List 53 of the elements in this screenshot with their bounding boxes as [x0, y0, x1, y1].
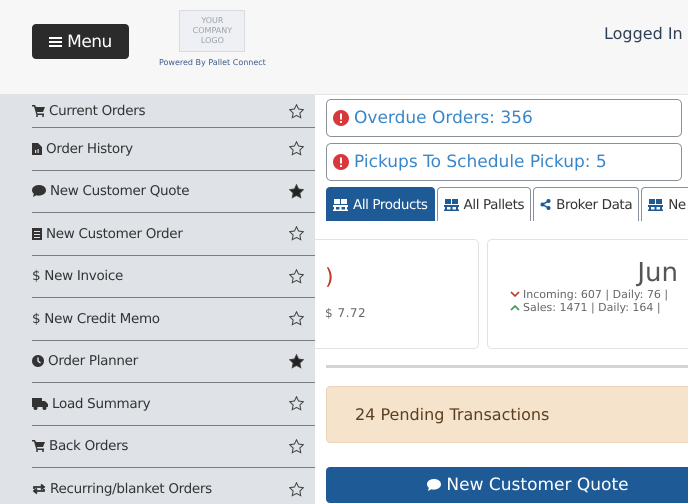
down-chevron-icon: [510, 291, 520, 298]
speech-bubble-icon: [32, 185, 46, 198]
card-text: $ 7.72: [325, 306, 368, 320]
tab[interactable]: Ne: [641, 187, 688, 221]
star-icon[interactable]: [289, 226, 304, 242]
speech-bubble-icon: [427, 479, 442, 491]
sidebar-item[interactable]: Load Summary: [32, 383, 315, 426]
company-logo: YOUR COMPANY LOGO: [179, 10, 246, 52]
document-icon: [32, 228, 42, 240]
repeat-icon: [32, 483, 46, 496]
star-icon[interactable]: [289, 141, 304, 156]
sidebar-item[interactable]: Recurring/blanket Orders: [32, 468, 315, 504]
sidebar-item[interactable]: Order Planner: [32, 340, 315, 383]
star-icon[interactable]: [289, 482, 304, 497]
star-icon[interactable]: [289, 396, 304, 412]
month-label: Jun: [635, 258, 679, 288]
tab[interactable]: All Products: [326, 187, 435, 221]
cart-icon: [32, 440, 45, 452]
alert-link[interactable]: Pickups To Schedule Pickup: 5: [326, 143, 682, 181]
alert-icon: [333, 110, 349, 126]
star-icon[interactable]: [289, 104, 304, 118]
pallet-icon: [444, 198, 459, 210]
star-icon[interactable]: [289, 311, 304, 326]
card-text: ): [325, 266, 335, 290]
sidebar-item[interactable]: Current Orders: [32, 95, 315, 128]
new-customer-quote-button[interactable]: New Customer Quote: [326, 467, 688, 503]
star-icon[interactable]: [289, 438, 304, 454]
pallet-icon: [648, 198, 664, 210]
share-icon: [540, 199, 552, 210]
filled-star-icon[interactable]: [289, 184, 304, 199]
truck-icon: [32, 398, 48, 410]
tab[interactable]: All Pallets: [436, 187, 532, 221]
clock-icon: [32, 355, 44, 368]
logged-in-text: Logged In: [604, 24, 684, 43]
sidebar-item[interactable]: New Customer Quote: [32, 170, 315, 213]
up-chevron-icon: [510, 304, 520, 311]
file-icon: [32, 142, 42, 155]
menu-icon: [49, 36, 62, 48]
sidebar-item[interactable]: New Customer Order: [32, 213, 315, 256]
cart-icon: [32, 105, 45, 117]
pallet-icon: [333, 198, 348, 210]
pending-transactions-banner[interactable]: 24 Pending Transactions: [326, 386, 688, 443]
powered-by-text: Powered By Pallet Connect: [159, 58, 266, 67]
alert-icon: [333, 154, 349, 170]
stat-text: Sales: 1471 | Daily: 164 |: [523, 301, 661, 314]
tab[interactable]: Broker Data: [533, 187, 640, 221]
menu-button[interactable]: Menu: [32, 24, 129, 59]
filled-star-icon[interactable]: [289, 354, 304, 369]
alert-link[interactable]: Overdue Orders: 356: [326, 99, 682, 137]
star-icon[interactable]: [289, 268, 304, 284]
sidebar-item[interactable]: Back Orders: [32, 426, 315, 468]
stat-text: Incoming: 607 | Daily: 76 |: [523, 288, 668, 301]
sidebar-item[interactable]: Order History: [32, 128, 315, 170]
